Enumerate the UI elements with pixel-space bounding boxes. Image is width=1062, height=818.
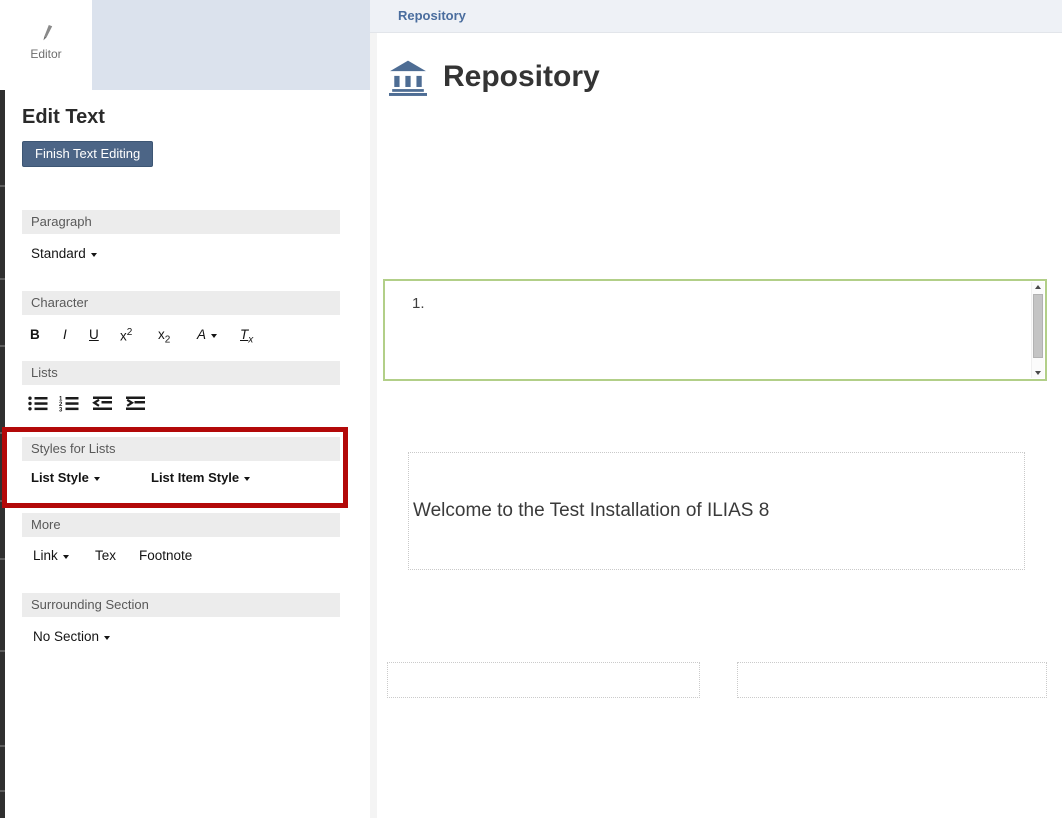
text-color-label: A: [197, 327, 206, 342]
chevron-down-icon: [63, 555, 69, 559]
scroll-down-arrow[interactable]: [1032, 367, 1045, 378]
list-editor-text: 1.: [412, 295, 425, 312]
list-style-dropdown[interactable]: List Style: [31, 470, 100, 485]
slate-tab-row: Editor: [0, 0, 370, 90]
chevron-down-icon: [244, 477, 250, 481]
chevron-down-icon: [104, 636, 110, 640]
chevron-down-icon: [94, 477, 100, 481]
list-item-style-dropdown[interactable]: List Item Style: [151, 470, 250, 485]
clear-format-t: T: [240, 327, 248, 342]
strip-divider: [0, 345, 5, 347]
subscript-button[interactable]: x2: [158, 327, 170, 346]
strip-divider: [0, 558, 5, 560]
text-color-dropdown[interactable]: A: [197, 327, 217, 342]
section-header-paragraph: Paragraph: [22, 210, 340, 234]
strip-divider: [0, 500, 5, 502]
breadcrumb-repository-link[interactable]: Repository: [398, 0, 466, 32]
section-header-character: Character: [22, 291, 340, 315]
scrollbar-thumb[interactable]: [1033, 294, 1043, 358]
list-item-style-label: List Item Style: [151, 470, 239, 485]
sub-idx: 2: [165, 335, 171, 346]
surrounding-section-dropdown[interactable]: No Section: [33, 629, 110, 644]
clear-format-x: x: [248, 335, 253, 346]
italic-button[interactable]: I: [63, 327, 67, 342]
surrounding-section-value: No Section: [33, 629, 99, 644]
paragraph-style-dropdown[interactable]: Standard: [31, 246, 97, 261]
page-title: Repository: [443, 60, 600, 94]
breadcrumb-bar: Repository: [370, 0, 1062, 33]
tex-button[interactable]: Tex: [95, 548, 116, 563]
drop-area-left[interactable]: [387, 662, 700, 698]
tab-editor[interactable]: Editor: [0, 0, 92, 90]
indent-icon[interactable]: [124, 395, 146, 414]
sub-base: x: [158, 327, 165, 342]
pencil-icon: [0, 24, 92, 47]
drop-area-right[interactable]: [737, 662, 1047, 698]
superscript-button[interactable]: x2: [120, 327, 132, 344]
strip-divider: [0, 790, 5, 792]
section-header-surrounding-section: Surrounding Section: [22, 593, 340, 617]
link-label: Link: [33, 548, 58, 563]
clear-format-button[interactable]: Tx: [240, 327, 253, 346]
underline-button[interactable]: U: [89, 327, 99, 342]
paragraph-style-value: Standard: [31, 246, 86, 261]
strip-divider: [0, 432, 5, 434]
bold-button[interactable]: B: [30, 327, 40, 342]
list-style-label: List Style: [31, 470, 89, 485]
link-dropdown[interactable]: Link: [33, 548, 69, 563]
strip-divider: [0, 745, 5, 747]
repository-icon: [389, 60, 427, 101]
scroll-up-arrow[interactable]: [1032, 282, 1045, 293]
welcome-paragraph-area[interactable]: Welcome to the Test Installation of ILIA…: [408, 452, 1025, 570]
section-header-lists: Lists: [22, 361, 340, 385]
section-header-more: More: [22, 513, 340, 537]
collapsed-mainbar-strip[interactable]: [0, 90, 5, 818]
triangle-down-icon: [1035, 371, 1041, 375]
content-left-gutter: [370, 33, 377, 818]
section-header-styles-for-lists: Styles for Lists: [22, 437, 340, 461]
strip-divider: [0, 185, 5, 187]
strip-divider: [0, 650, 5, 652]
chevron-down-icon: [211, 334, 217, 338]
unordered-list-icon[interactable]: [27, 395, 49, 414]
triangle-up-icon: [1035, 285, 1041, 289]
footnote-button[interactable]: Footnote: [139, 548, 192, 563]
strip-divider: [0, 278, 5, 280]
finish-text-editing-button[interactable]: Finish Text Editing: [22, 141, 153, 167]
editor-scrollbar[interactable]: [1031, 282, 1044, 378]
tab-editor-label: Editor: [0, 47, 92, 61]
welcome-text: Welcome to the Test Installation of ILIA…: [409, 500, 769, 522]
sup-base: x: [120, 329, 127, 344]
active-list-editing-area[interactable]: 1.: [383, 279, 1047, 381]
sup-exp: 2: [127, 327, 133, 338]
ordered-list-icon[interactable]: 1 2 3: [58, 395, 80, 414]
panel-title: Edit Text: [22, 106, 105, 129]
svg-text:3: 3: [59, 408, 63, 412]
outdent-icon[interactable]: [91, 395, 113, 414]
chevron-down-icon: [91, 253, 97, 257]
